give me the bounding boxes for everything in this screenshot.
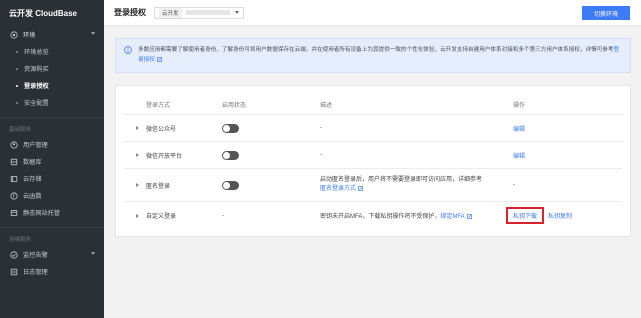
- edit-link[interactable]: 编辑: [513, 154, 525, 160]
- page-title: 登录授权: [114, 8, 146, 17]
- edit-link[interactable]: 编辑: [513, 127, 525, 133]
- brand-title: 云开发 CloudBase: [9, 8, 78, 18]
- column-header: 登录方式: [146, 102, 171, 109]
- env-selector[interactable]: 云开发: [154, 6, 244, 19]
- sidebar-item-label: 静态网站托管: [23, 210, 61, 217]
- desc-text: 启动匿名登录后，用户将不需要登录即可访问应用，详细参考: [320, 177, 483, 183]
- info-banner: 多数应用都需要了解使用者身份，了解身份可将用户数据保存在云端，并在使用者所有设备…: [115, 38, 631, 73]
- sidebar-item-env-overview[interactable]: 环境总览: [0, 43, 104, 60]
- bullet-icon: [16, 101, 18, 104]
- sidebar-item-storage[interactable]: 云存储: [0, 170, 104, 187]
- table-header: 登录方式 启用状态 描述 操作: [124, 94, 622, 115]
- sidebar-item-functions[interactable]: 云函数: [0, 187, 104, 204]
- sidebar-item-label: 云函数: [23, 193, 42, 200]
- sidebar-item-label: 资源购买: [24, 66, 49, 73]
- monitor-icon: [9, 250, 18, 259]
- chevron-down-icon: [91, 32, 95, 35]
- enable-toggle[interactable]: [222, 150, 239, 160]
- chevron-down-icon: [91, 252, 95, 255]
- login-methods-table: 登录方式 启用状态 描述 操作 微信公众号 - 编辑 微信开放平台 - 编辑 匿…: [124, 94, 622, 229]
- divider: [0, 227, 104, 228]
- link-label: 匿名登录方式: [320, 186, 357, 192]
- row-desc: -: [320, 125, 322, 131]
- env-name-redacted: [185, 10, 230, 15]
- login-methods-card: 登录方式 启用状态 描述 操作 微信公众号 - 编辑 微信开放平台 - 编辑 匿…: [115, 85, 631, 237]
- sidebar-item-logs[interactable]: 日志管理: [0, 263, 104, 280]
- switch-env-button[interactable]: 切换环境: [582, 6, 630, 20]
- sidebar-group-label: 环境: [23, 32, 36, 39]
- expand-caret-icon[interactable]: [136, 126, 139, 130]
- sidebar-item-label: 数据库: [23, 159, 42, 166]
- column-header: 操作: [513, 102, 526, 109]
- section-label-ops: 运维服务: [9, 237, 32, 243]
- table-row: 自定义登录 - 密钥未开启MFA，下载私钥操作将不受保护，绑定MFA 私钥下载 …: [124, 202, 622, 229]
- sidebar-item-label: 监控告警: [23, 252, 48, 259]
- sidebar-item-database[interactable]: 数据库: [0, 153, 104, 170]
- download-private-key-button[interactable]: 私钥下载: [506, 207, 545, 224]
- expand-caret-icon[interactable]: [136, 153, 139, 157]
- sidebar-item-label: 日志管理: [23, 269, 48, 276]
- chevron-down-icon: [234, 11, 239, 14]
- banner-text: 多数应用都需要了解使用者身份，了解身份可将用户数据保存在云端，并在使用者所有设备…: [138, 45, 622, 66]
- hosting-icon: [9, 208, 18, 217]
- copy-private-key-button[interactable]: 私钥复制: [548, 211, 572, 220]
- external-link-icon: [358, 186, 363, 191]
- link-label: 绑定MFA: [440, 214, 465, 220]
- bullet-icon: [16, 84, 18, 87]
- expand-caret-icon[interactable]: [136, 213, 139, 218]
- sidebar-item-label: 用户管理: [23, 142, 48, 149]
- user-icon: [9, 140, 18, 149]
- sidebar-item-monitor[interactable]: 监控告警: [0, 246, 104, 263]
- banner-body: 多数应用都需要了解使用者身份，了解身份可将用户数据保存在云端，并在使用者所有设备…: [138, 47, 614, 53]
- table-row: 微信公众号 - 编辑: [124, 115, 622, 142]
- table-row: 微信开放平台 - 编辑: [124, 142, 622, 169]
- top-header: 登录授权 云开发 切换环境: [104, 0, 641, 26]
- sidebar-item-label: 安全配置: [24, 100, 49, 107]
- row-desc: -: [320, 152, 322, 158]
- sidebar-item-users[interactable]: 用户管理: [0, 136, 104, 153]
- function-icon: [9, 191, 18, 200]
- column-header: 描述: [320, 102, 333, 109]
- enable-toggle[interactable]: [222, 180, 239, 190]
- sidebar-item-login-auth[interactable]: 登录授权: [0, 77, 104, 94]
- sidebar-item-label: 环境总览: [24, 49, 49, 56]
- column-header: 启用状态: [222, 102, 247, 109]
- section-label-basic: 基础服务: [9, 127, 32, 133]
- row-action-none: -: [513, 182, 515, 188]
- row-desc: 密钥未开启MFA，下载私钥操作将不受保护，绑定MFA: [320, 211, 513, 220]
- divider: [0, 117, 104, 118]
- env-tag: 云开发: [159, 7, 182, 18]
- sidebar-item-label: 云存储: [23, 176, 42, 183]
- sidebar: 云开发 CloudBase 环境 环境总览 资源购买 登录授权 安全配置 基础服…: [0, 0, 104, 318]
- desc-text: 密钥未开启MFA，下载私钥操作将不受保护，: [320, 214, 441, 220]
- env-icon: [9, 30, 18, 39]
- sidebar-group-env[interactable]: 环境: [0, 26, 104, 43]
- expand-caret-icon[interactable]: [136, 183, 139, 187]
- sidebar-item-resource-purchase[interactable]: 资源购买: [0, 60, 104, 77]
- enable-toggle[interactable]: [222, 123, 239, 133]
- row-desc: 启动匿名登录后，用户将不需要登录即可访问应用，详细参考 匿名登录方式: [320, 176, 513, 194]
- sidebar-item-security[interactable]: 安全配置: [0, 94, 104, 111]
- bind-mfa-link[interactable]: 绑定MFA: [440, 214, 472, 220]
- log-icon: [9, 267, 18, 276]
- sidebar-item-hosting[interactable]: 静态网站托管: [0, 204, 104, 221]
- database-icon: [9, 157, 18, 166]
- anonymous-login-doc-link[interactable]: 匿名登录方式: [320, 186, 363, 192]
- row-status: -: [222, 212, 224, 219]
- bullet-icon: [16, 67, 18, 70]
- bullet-icon: [16, 50, 18, 53]
- external-link-icon: [156, 57, 162, 62]
- cloud-storage-icon: [9, 174, 18, 183]
- table-row: 匿名登录 启动匿名登录后，用户将不需要登录即可访问应用，详细参考 匿名登录方式 …: [124, 169, 622, 202]
- external-link-icon: [466, 214, 472, 219]
- sidebar-item-label: 登录授权: [24, 83, 49, 90]
- info-icon: [124, 46, 132, 54]
